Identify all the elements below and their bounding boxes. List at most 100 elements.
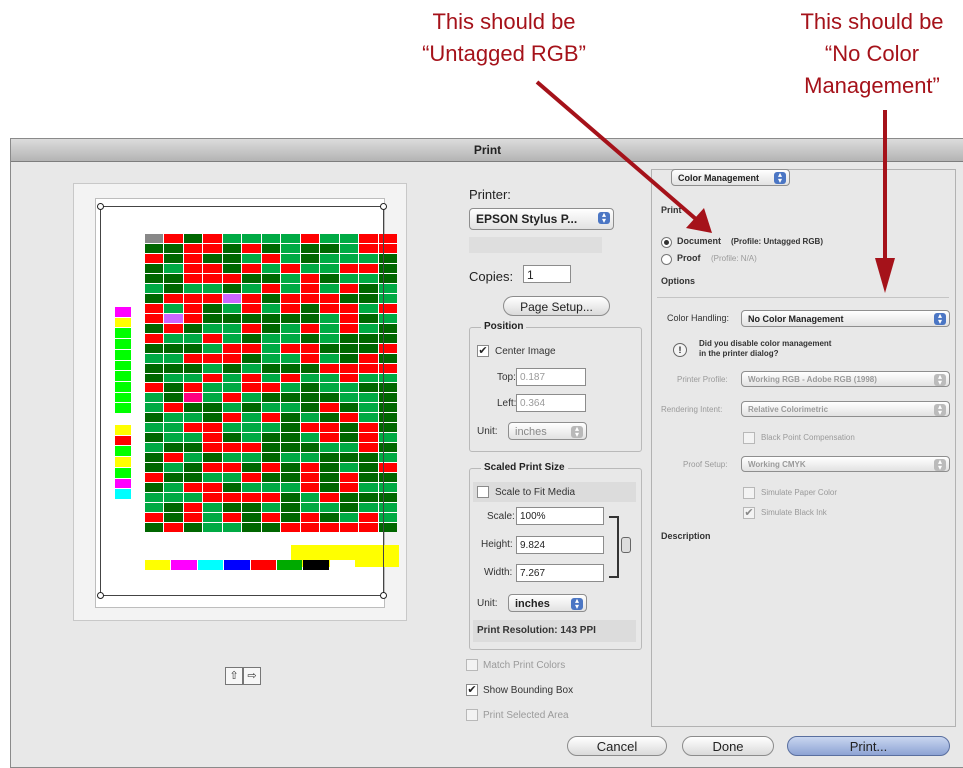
scaled-unit-select[interactable]: inches ▴ ▾ <box>508 594 587 612</box>
annotation-right-line2: “No Color <box>824 41 920 66</box>
proof-setup-value: Working CMYK <box>748 460 806 469</box>
chain-link-icon[interactable] <box>621 537 631 553</box>
bbox-handle-br[interactable] <box>380 592 387 599</box>
preview-paper <box>95 198 399 608</box>
scale-to-fit-label: Scale to Fit Media <box>495 487 576 498</box>
popup-arrows-icon: ▴ ▾ <box>571 425 583 439</box>
printer-label: Printer: <box>469 187 511 202</box>
center-image-checkbox[interactable]: ✔ <box>477 345 489 357</box>
center-image-label: Center Image <box>495 346 556 357</box>
top-label: Top: <box>497 372 516 383</box>
print-selected-area-checkbox[interactable] <box>466 709 478 721</box>
annotation-right-line3: Management” <box>804 73 940 98</box>
show-bounding-box-checkbox[interactable]: ✔ <box>466 684 478 696</box>
left-field[interactable]: 0.364 <box>516 394 586 412</box>
scaled-unit-label: Unit: <box>477 598 498 609</box>
print-heading: Print <box>661 205 682 215</box>
proof-setup-select[interactable]: Working CMYK ▴ ▾ <box>741 456 950 472</box>
section-select[interactable]: Color Management ▴ ▾ <box>671 169 790 186</box>
width-field[interactable]: 7.267 <box>516 564 604 582</box>
rendering-intent-select[interactable]: Relative Colorimetric ▴ ▾ <box>741 401 950 417</box>
position-unit-select[interactable]: inches ▴ ▾ <box>508 422 587 440</box>
portrait-orientation-button[interactable]: ⇧ <box>225 667 243 685</box>
bbox-handle-bl[interactable] <box>97 592 104 599</box>
height-label: Height: <box>481 539 513 550</box>
match-print-colors-label: Match Print Colors <box>483 660 566 671</box>
bounding-box[interactable] <box>97 203 387 599</box>
printer-profile-select[interactable]: Working RGB - Adobe RGB (1998) ▴ ▾ <box>741 371 950 387</box>
options-heading: Options <box>661 276 695 286</box>
copies-field[interactable]: 1 <box>523 265 571 283</box>
popup-arrows-icon: ▴ ▾ <box>934 312 946 326</box>
landscape-orientation-button[interactable]: ⇨ <box>243 667 261 685</box>
simulate-ink-label: Simulate Black Ink <box>761 508 827 517</box>
document-profile: (Profile: Untagged RGB) <box>731 237 823 246</box>
scale-label: Scale: <box>487 511 515 522</box>
rendering-intent-value: Relative Colorimetric <box>748 405 829 414</box>
black-point-checkbox[interactable] <box>743 432 755 444</box>
color-handling-value: No Color Management <box>748 314 844 324</box>
printer-select[interactable]: EPSON Stylus P... ▴ ▾ <box>469 208 614 230</box>
position-title: Position <box>481 321 527 332</box>
color-handling-label: Color Handling: <box>667 313 730 323</box>
popup-arrows-icon: ▴ ▾ <box>934 403 946 416</box>
top-field[interactable]: 0.187 <box>516 368 586 386</box>
section-select-value: Color Management <box>678 173 760 183</box>
scaled-print-size-title: Scaled Print Size <box>481 462 568 473</box>
cancel-button[interactable]: Cancel <box>567 736 667 756</box>
annotation-left-line1: This should be <box>432 9 576 34</box>
link-bracket <box>609 516 619 578</box>
warning-icon: ! <box>673 343 687 357</box>
printer-profile-value: Working RGB - Adobe RGB (1998) <box>748 375 877 384</box>
options-divider <box>657 297 949 298</box>
dialog-title: Print <box>11 139 963 162</box>
scale-to-fit-checkbox[interactable] <box>477 486 489 498</box>
document-label: Document <box>677 236 722 246</box>
annotation-right: This should be “No Color Management” <box>782 6 962 102</box>
scale-field[interactable]: 100% <box>516 507 604 525</box>
print-preview <box>73 183 407 621</box>
simulate-paper-checkbox[interactable] <box>743 487 755 499</box>
annotation-left-line2: “Untagged RGB” <box>422 41 586 66</box>
match-print-colors-checkbox[interactable] <box>466 659 478 671</box>
left-label: Left: <box>497 398 517 409</box>
height-field[interactable]: 9.824 <box>516 536 604 554</box>
annotation-right-line1: This should be <box>800 9 944 34</box>
rendering-intent-label: Rendering Intent: <box>661 405 723 414</box>
printer-profile-label: Printer Profile: <box>677 375 728 384</box>
proof-radio[interactable] <box>661 254 672 265</box>
print-button[interactable]: Print... <box>787 736 950 756</box>
simulate-paper-label: Simulate Paper Color <box>761 488 838 497</box>
popup-arrows-icon: ▴ ▾ <box>774 171 786 185</box>
printer-status-bar <box>469 237 602 253</box>
print-resolution: Print Resolution: 143 PPI <box>477 625 596 636</box>
warning-line1: Did you disable color management <box>699 339 832 348</box>
position-unit-label: Unit: <box>477 426 498 437</box>
print-dialog: Print ⇧ ⇨ Printer: EPSON Stylus P... ▴▾ <box>10 138 963 768</box>
print-selected-area-label: Print Selected Area <box>483 710 569 721</box>
annotation-left: This should be “Untagged RGB” <box>404 6 604 70</box>
copies-label: Copies: <box>469 269 514 284</box>
bbox-handle-tr[interactable] <box>380 203 387 210</box>
page-setup-button[interactable]: Page Setup... <box>503 296 610 316</box>
position-unit-value: inches <box>515 426 547 438</box>
popup-arrows-icon: ▴ ▾ <box>934 458 946 471</box>
color-handling-select[interactable]: No Color Management ▴ ▾ <box>741 310 950 327</box>
popup-arrows-icon: ▴ ▾ <box>934 373 946 386</box>
width-label: Width: <box>484 567 513 578</box>
document-radio[interactable] <box>661 237 672 248</box>
done-button[interactable]: Done <box>682 736 774 756</box>
simulate-ink-checkbox[interactable]: ✔ <box>743 507 755 519</box>
popup-arrows-icon: ▴ ▾ <box>571 597 583 611</box>
printer-select-value: EPSON Stylus P... <box>476 212 578 226</box>
bbox-handle-tl[interactable] <box>97 203 104 210</box>
warning-line2: in the printer dialog? <box>699 349 779 358</box>
description-heading: Description <box>661 531 711 541</box>
proof-setup-label: Proof Setup: <box>683 460 728 469</box>
popup-arrows-icon: ▴ ▾ <box>598 211 610 225</box>
scaled-unit-value: inches <box>515 598 550 610</box>
proof-profile: (Profile: N/A) <box>711 254 757 263</box>
proof-label: Proof <box>677 253 701 263</box>
show-bounding-box-label: Show Bounding Box <box>483 685 574 696</box>
black-point-label: Black Point Compensation <box>761 433 855 442</box>
